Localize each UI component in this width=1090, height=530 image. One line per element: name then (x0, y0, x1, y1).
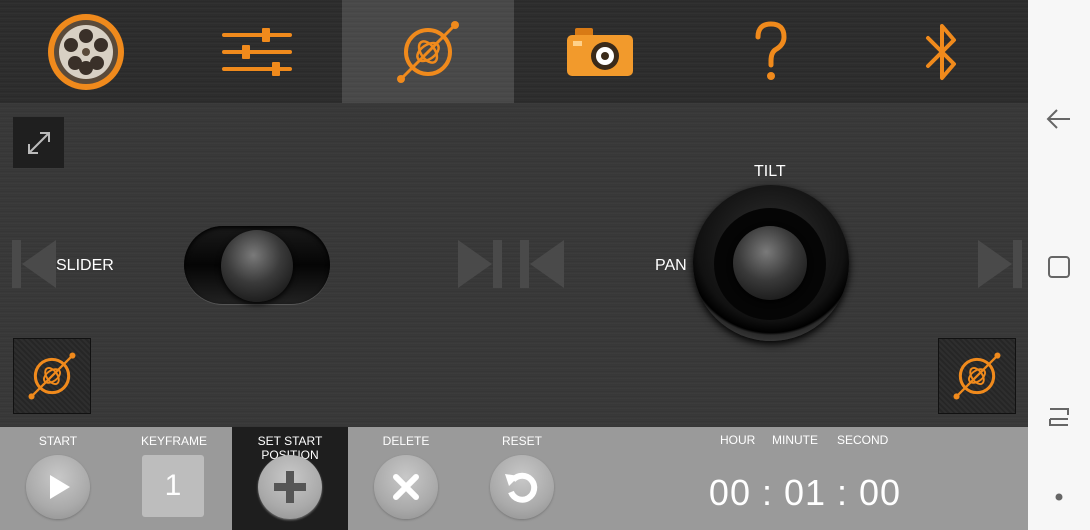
back-button[interactable] (1044, 104, 1074, 134)
keyframe-toolbar: START KEYFRAME 1 SET START POSITION DELE… (0, 427, 1028, 530)
skip-to-start-slider-icon[interactable] (12, 238, 56, 290)
keyframe-number-button[interactable]: 1 (142, 455, 204, 517)
tilt-label: TILT (754, 163, 786, 180)
pan-tilt-motion-icon (953, 352, 1001, 400)
pan-label: PAN (655, 257, 687, 274)
camera-icon (566, 27, 633, 76)
pan-tilt-motion-icon (28, 352, 76, 400)
expand-arrows-icon (27, 131, 50, 154)
close-icon (393, 474, 419, 500)
sliders-settings-icon (221, 27, 292, 76)
keyframe-label: KEYFRAME (140, 434, 207, 448)
dot-icon (1055, 493, 1063, 501)
second-label: SECOND (837, 433, 889, 447)
tab-pan-tilt[interactable] (342, 0, 514, 103)
pantilt-mode-button[interactable] (938, 338, 1016, 414)
set-start-position-button[interactable] (258, 455, 322, 519)
tab-settings[interactable] (171, 0, 342, 103)
nav-dot-indicator (1044, 482, 1074, 512)
hour-label: HOUR (720, 433, 756, 447)
slider-mode-button[interactable] (13, 338, 91, 414)
reset-label: RESET (501, 434, 542, 448)
help-question-icon (755, 20, 787, 80)
pan-tilt-motion-icon (397, 20, 459, 83)
delete-column: DELETE (348, 427, 464, 530)
play-icon (50, 475, 70, 499)
film-reel-icon (47, 13, 124, 90)
home-button[interactable] (1044, 252, 1074, 282)
motion-control-area: SLIDER TILT PAN (0, 103, 1028, 427)
duration-timer[interactable]: 00 : 01 : 00 (700, 472, 910, 514)
reset-arrow-icon (505, 472, 538, 503)
minute-label: MINUTE (772, 433, 818, 447)
recent-apps-button[interactable] (1044, 402, 1074, 432)
delete-button[interactable] (374, 455, 438, 519)
bluetooth-icon (926, 23, 956, 80)
start-column: START (0, 427, 116, 530)
tab-camera[interactable] (514, 0, 685, 103)
system-navigation-bar (1028, 0, 1090, 530)
pan-tilt-joystick-knob[interactable] (733, 226, 807, 300)
reset-button[interactable] (490, 455, 554, 519)
set-start-position-column: SET START POSITION (232, 427, 348, 530)
top-tab-bar (0, 0, 1028, 103)
back-arrow-icon (1046, 109, 1070, 129)
app-window: SLIDER TILT PAN START KEYFRAME 1 SET STA… (0, 0, 1028, 530)
home-square-icon (1048, 256, 1070, 278)
reset-column: RESET (464, 427, 580, 530)
delete-label: DELETE (382, 434, 430, 448)
tab-film[interactable] (0, 0, 171, 103)
slider-label: SLIDER (56, 257, 114, 274)
keyframe-column: KEYFRAME 1 (116, 427, 232, 530)
tab-help[interactable] (685, 0, 856, 103)
skip-to-end-slider-icon[interactable] (458, 238, 502, 290)
plus-icon (274, 471, 306, 503)
skip-to-end-pantilt-icon[interactable] (978, 238, 1022, 290)
start-label: START (38, 434, 78, 448)
tab-bluetooth[interactable] (856, 0, 1028, 103)
fullscreen-button[interactable] (13, 117, 64, 168)
skip-to-start-pantilt-icon[interactable] (520, 238, 564, 290)
recent-apps-icon (1049, 408, 1069, 426)
start-button[interactable] (26, 455, 90, 519)
slider-knob[interactable] (221, 230, 293, 302)
